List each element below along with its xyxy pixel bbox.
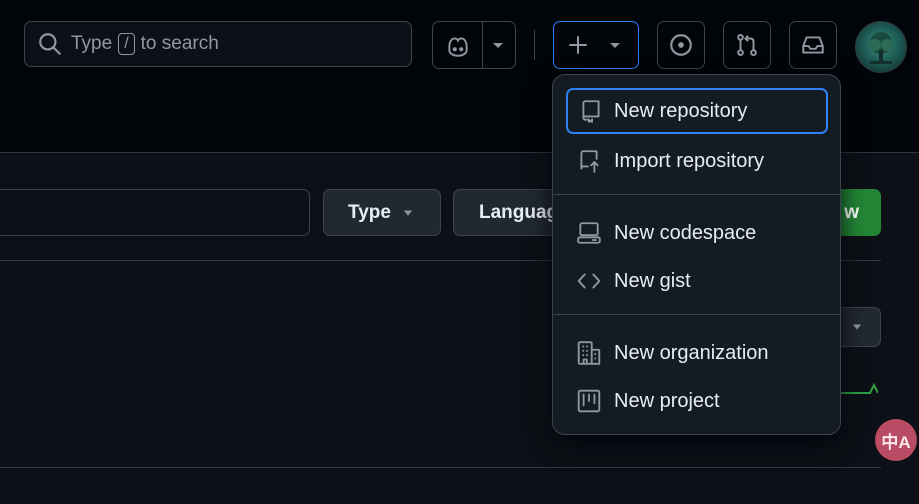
search-input[interactable]: Type / to search (24, 21, 412, 67)
repo-push-icon (576, 148, 602, 174)
create-new-menu: New repository Import repository New cod… (552, 74, 841, 435)
type-filter-label: Type (348, 201, 391, 223)
chevron-down-icon (850, 322, 864, 332)
divider (0, 467, 881, 468)
search-icon (37, 31, 63, 57)
git-pull-request-icon (734, 32, 760, 58)
new-button-label: w (844, 201, 859, 223)
menu-item-label: Import repository (614, 149, 765, 172)
repo-icon (578, 98, 604, 124)
translate-badge[interactable]: 中A (875, 419, 917, 461)
issue-opened-icon (668, 32, 694, 58)
search-placeholder-prefix: Type (71, 33, 113, 54)
menu-item-new-codespace[interactable]: New codespace (566, 210, 828, 256)
inbox-button[interactable] (789, 21, 837, 69)
plus-icon (566, 33, 590, 57)
menu-item-new-gist[interactable]: New gist (566, 258, 828, 304)
project-icon (576, 388, 602, 414)
copilot-split-button (432, 21, 516, 69)
search-shortcut-key: / (118, 33, 135, 55)
menu-divider (554, 314, 841, 315)
copilot-icon[interactable] (445, 33, 471, 59)
menu-item-label: New repository (614, 99, 748, 122)
menu-item-import-repository[interactable]: Import repository (566, 138, 828, 184)
repository-filter-input[interactable] (0, 189, 310, 236)
codespaces-icon (576, 220, 602, 246)
chevron-down-icon (607, 39, 623, 51)
menu-item-label: New organization (614, 341, 769, 364)
menu-item-label: New gist (614, 269, 691, 292)
issues-button[interactable] (657, 21, 705, 69)
organization-icon (576, 340, 602, 366)
menu-divider (554, 194, 841, 195)
code-icon (576, 268, 602, 294)
translate-badge-label: 中A (881, 432, 911, 452)
chevron-down-icon[interactable] (490, 39, 506, 51)
menu-item-new-repository[interactable]: New repository (566, 88, 828, 134)
chevron-down-icon (401, 208, 415, 218)
search-placeholder-suffix: to search (140, 33, 219, 54)
inbox-icon (800, 32, 826, 58)
avatar[interactable] (855, 21, 907, 73)
activity-sparkline (838, 382, 878, 394)
split-divider (482, 22, 483, 68)
menu-item-label: New project (614, 389, 720, 412)
tree-avatar-image (869, 32, 893, 64)
type-filter-button[interactable]: Type (323, 189, 441, 236)
create-new-button[interactable] (553, 21, 639, 69)
menu-item-new-organization[interactable]: New organization (566, 330, 828, 376)
header-separator (534, 30, 535, 60)
pull-requests-button[interactable] (723, 21, 771, 69)
menu-item-label: New codespace (614, 221, 757, 244)
language-filter-label: Languag (479, 201, 559, 223)
search-placeholder: Type / to search (71, 33, 219, 55)
menu-item-new-project[interactable]: New project (566, 378, 828, 424)
